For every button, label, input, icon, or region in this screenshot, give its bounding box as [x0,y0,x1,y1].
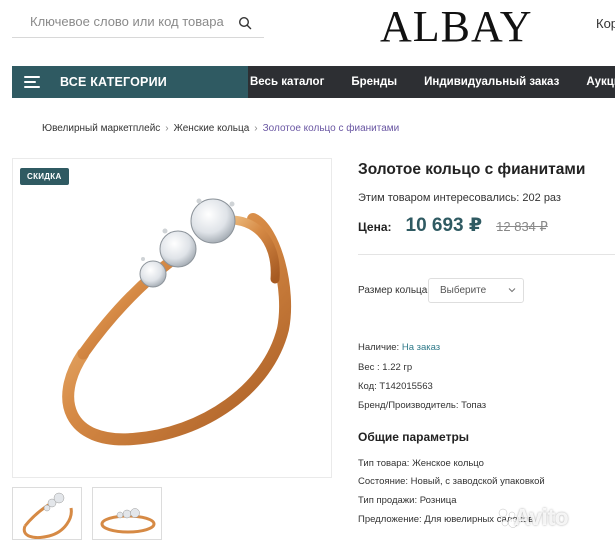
all-categories-label: ВСЕ КАТЕГОРИИ [60,75,167,89]
nav-item-custom-order[interactable]: Индивидуальный заказ [424,76,559,88]
breadcrumb-item[interactable]: Женские кольца [174,123,250,134]
breadcrumb-current: Золотое кольцо с фианитами [262,123,400,134]
product-title: Золотое кольцо с фианитами [358,161,586,178]
menu-icon [24,76,40,88]
interest-count: Этим товаром интересовались: 202 раз [358,192,561,204]
discount-badge: СКИДКА [20,168,69,185]
product-code: Код: Т142015563 [358,381,433,392]
breadcrumb-item[interactable]: Ювелирный маркетплейс [42,123,160,134]
availability-value[interactable]: На заказ [402,342,440,353]
ring-thumbnail-image [22,492,73,539]
logo[interactable]: ALBAY [380,4,533,50]
avito-watermark: Avito [514,504,569,530]
ring-size-label: Размер кольца [358,285,428,296]
chevron-right-icon: › [165,123,169,134]
all-categories-button[interactable]: ВСЕ КАТЕГОРИИ [12,66,248,98]
thumbnail-1[interactable] [12,487,82,540]
brand: Бренд/Производитель: Топаз [358,400,487,411]
breadcrumb: Ювелирный маркетплейс › Женские кольца › Зол… [42,123,399,134]
ring-size-select[interactable]: Выберите [428,278,524,303]
nav-item-catalog[interactable]: Весь каталог [250,76,324,88]
nav-item-auctions[interactable]: Аукционы [586,76,615,88]
availability: Наличие: На заказ [358,342,440,353]
ring-image [62,198,292,446]
general-params-title: Общие параметры [358,430,470,444]
search-bar[interactable] [12,8,264,38]
nav-item-brands[interactable]: Бренды [351,76,397,88]
nav-links: Весь каталог Бренды Индивидуальный заказ… [250,66,615,98]
param-item: Состояние: Новый, с заводской упаковкой [358,476,545,487]
param-item: Тип товара: Женское кольцо [358,458,484,469]
ring-size-value: Выберите [440,285,487,296]
thumbnail-2[interactable] [92,487,162,540]
cart-link[interactable]: Кор [596,16,615,31]
product-main-image[interactable]: СКИДКА [12,158,332,478]
weight: Вес : 1.22 гр [358,362,413,373]
current-price: 10 693 ₽ [405,215,483,236]
main-navbar: ВСЕ КАТЕГОРИИ Весь каталог Бренды Индиви… [12,66,615,98]
divider [358,254,615,255]
search-icon[interactable] [238,16,252,30]
search-input[interactable] [30,14,230,29]
price-row: Цена: 10 693 ₽ 12 834 ₽ [358,214,548,238]
chevron-right-icon: › [254,123,258,134]
price-label: Цена: [358,220,392,234]
param-item: Тип продажи: Розница [358,495,457,506]
old-price: 12 834 ₽ [496,219,548,234]
ring-thumbnail-image [100,508,156,534]
chevron-down-icon [508,288,516,293]
availability-label: Наличие: [358,342,400,353]
